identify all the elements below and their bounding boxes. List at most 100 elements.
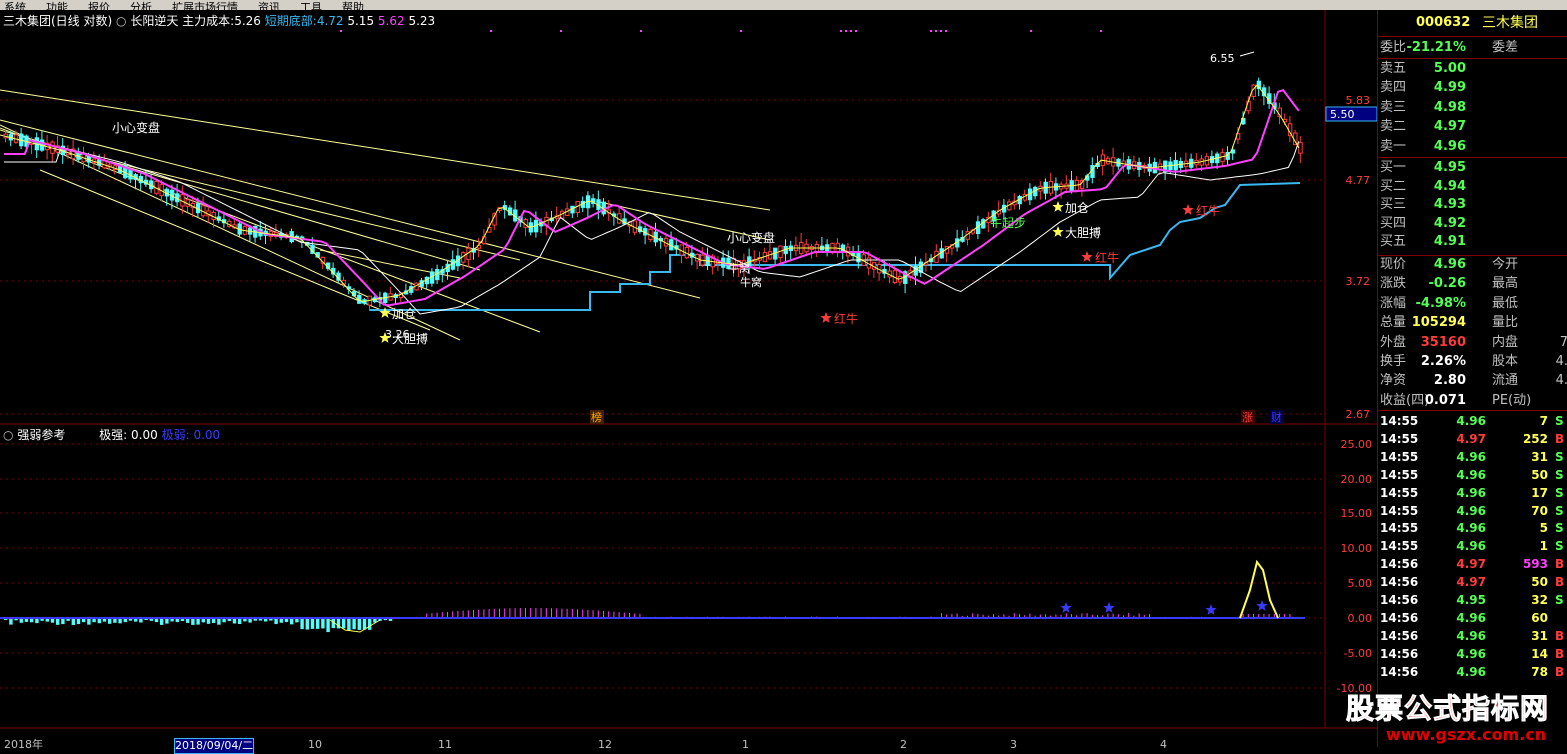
stat-value: -4.98%	[1415, 295, 1467, 311]
ask-price: 5.00	[1433, 61, 1466, 76]
signal-dot	[560, 30, 562, 32]
stock-title: 三木集团(日线 对数)	[3, 14, 113, 28]
watermark-url: www.gszx.com.cn	[1386, 725, 1547, 744]
stat-row: 涨跌 -0.26 最高	[1378, 275, 1567, 293]
x-axis-label: 3	[1010, 738, 1017, 751]
bid-label: 买三	[1380, 197, 1407, 213]
stat-row: 涨幅 -4.98% 最低	[1378, 295, 1567, 313]
stat-label-2: 股本	[1492, 354, 1519, 369]
tick-row: 14:55 4.96 17 S	[1378, 484, 1567, 502]
ask-row: 卖五 5.00	[1378, 60, 1567, 78]
signal-label: 红牛	[1196, 203, 1220, 218]
star-icon	[1182, 204, 1194, 215]
star-icon	[1052, 201, 1064, 212]
stock-code: 000632	[1416, 15, 1471, 30]
trend-line	[39, 169, 431, 331]
tick-row: 14:56 4.95 32 S	[1378, 591, 1567, 609]
tick-price: 4.96	[1456, 628, 1486, 643]
signal-dot	[340, 30, 342, 32]
tick-side: B	[1555, 628, 1565, 643]
watermark-title: 股票公式指标网	[1345, 692, 1550, 726]
trend-line	[0, 124, 461, 341]
sub-tick-label: 20.00	[1341, 473, 1373, 486]
stat-label: 换手	[1380, 354, 1407, 369]
candle-body	[1298, 142, 1303, 154]
tick-price: 4.96	[1456, 414, 1486, 428]
ask-price: 4.99	[1433, 80, 1466, 96]
tick-side: S	[1555, 485, 1564, 500]
x-axis-label: 10	[308, 738, 322, 751]
menu-item[interactable]: 工具	[296, 2, 322, 10]
bid-label: 买四	[1380, 215, 1407, 231]
x-axis-label: 4	[1160, 738, 1167, 751]
tick-price: 4.97	[1456, 431, 1486, 446]
sub-bar	[342, 618, 346, 629]
signal-dot	[840, 30, 842, 32]
tick-side: B	[1555, 557, 1565, 572]
tick-time: 14:55	[1380, 467, 1419, 482]
divider	[1378, 410, 1567, 411]
menu-item[interactable]: 功能	[42, 2, 68, 10]
weak-value: 0.00	[193, 428, 221, 442]
chart-canvas[interactable]: 5.83 4.77 3.72 2.67 5.50 25.00 20.00 15.00 10.00…	[0, 10, 1377, 747]
stat-row: 现价 4.96 今开	[1378, 256, 1567, 274]
sub-bar	[316, 618, 320, 629]
star-icon	[1052, 226, 1064, 237]
weak-label: 极弱:	[161, 428, 190, 442]
strong-label: 极强:	[99, 428, 128, 442]
watermark: 股票公式指标网 www.gszx.com.cn	[1338, 685, 1567, 747]
ask-label: 卖四	[1380, 80, 1407, 96]
tick-volume: 14	[1531, 646, 1548, 661]
star-icon	[1205, 604, 1217, 615]
tick-row: 14:56 4.96 14 B	[1378, 645, 1567, 663]
bid-row: 买四 4.92	[1378, 215, 1567, 233]
sub-bar	[71, 618, 75, 625]
tick-time: 14:56	[1380, 575, 1419, 590]
stock-name: 三木集团	[1482, 15, 1538, 31]
stat-label-2: 今开	[1492, 257, 1519, 272]
chart-area[interactable]: 5.83 4.77 3.72 2.67 5.50 25.00 20.00 15.00 10.00…	[0, 10, 1377, 754]
menu-item[interactable]: 分析	[126, 2, 152, 10]
main-panel-header: 三木集团(日线 对数) ○ 长阳逆天 主力成本:5.26 短期底部:4.72 5…	[3, 14, 435, 28]
x-axis-label: 11	[438, 738, 452, 751]
indicator-name[interactable]: 长阳逆天	[130, 14, 178, 28]
menu-item[interactable]: 报价	[84, 2, 110, 10]
stat-row: 收益(四) 0.071 PE(动)	[1378, 392, 1567, 410]
tick-volume: 252	[1522, 431, 1548, 446]
sub-panel-title[interactable]: 强弱参考	[17, 428, 65, 442]
bid-row: 买一 4.95	[1378, 159, 1567, 177]
stat-value-2: 4.	[1555, 354, 1567, 369]
support-line	[370, 182, 1301, 311]
sub-tick-label: 5.00	[1348, 577, 1373, 590]
bid-price: 4.92	[1433, 215, 1466, 231]
bottom-label: 短期底部:	[264, 14, 317, 28]
menu-item[interactable]: 帮助	[338, 2, 364, 10]
menu-item[interactable]: 系统	[0, 2, 26, 10]
signal-label: 大胆搏	[1065, 226, 1101, 240]
dropdown-icon[interactable]: ○	[116, 14, 126, 28]
x-axis-label: 1	[742, 738, 749, 751]
menu-item[interactable]: 资讯	[254, 2, 280, 10]
dropdown-icon[interactable]: ○	[3, 428, 13, 442]
ask-row: 卖四 4.99	[1378, 79, 1567, 97]
menu-bar: 系统 功能 报价 分析 扩展市场行情 资讯 工具 帮助	[0, 0, 1567, 10]
star-icon	[1060, 602, 1072, 613]
price-tick-label: 3.72	[1346, 275, 1371, 288]
tick-price: 4.96	[1456, 664, 1486, 679]
signal-label: 红牛	[834, 311, 858, 326]
stat-label: 涨跌	[1380, 276, 1407, 292]
tick-price: 4.97	[1456, 557, 1486, 572]
ask-price: 4.98	[1433, 99, 1466, 115]
tick-row: 14:56 4.97 593 B	[1378, 555, 1567, 573]
tick-row: 14:55 4.96 31 S	[1378, 448, 1567, 466]
stat-label-2: 流通	[1492, 373, 1519, 389]
signal-dot	[930, 30, 932, 32]
menu-item[interactable]: 扩展市场行情	[168, 2, 238, 10]
tick-volume: 17	[1531, 485, 1548, 500]
tick-side: S	[1555, 467, 1564, 482]
trend-line	[0, 127, 541, 333]
stat-value: 35160	[1420, 334, 1466, 350]
bottom-v3: 5.62	[377, 14, 405, 28]
bottom-v4: 5.23	[408, 14, 436, 28]
tick-time: 14:55	[1380, 449, 1419, 464]
